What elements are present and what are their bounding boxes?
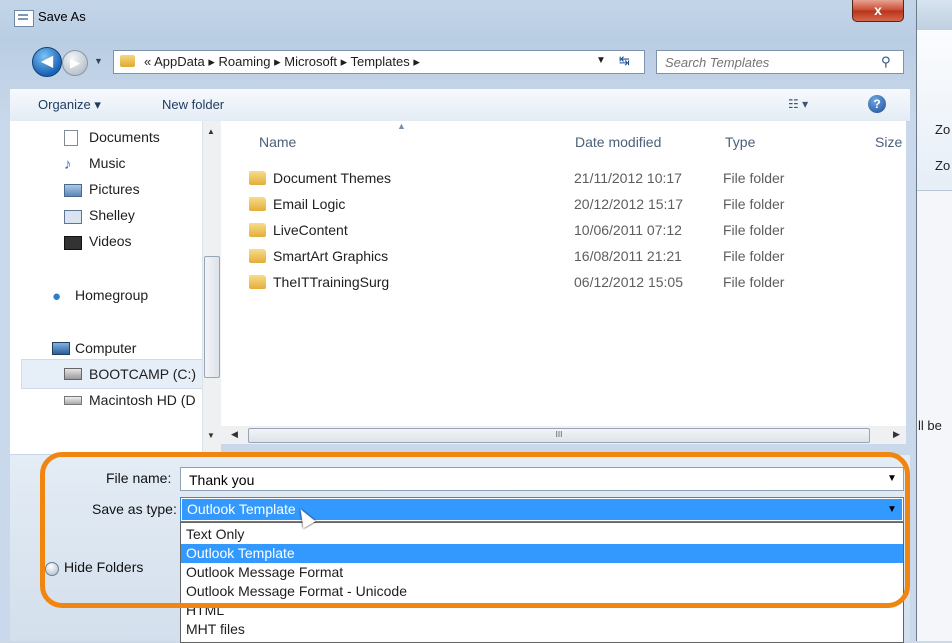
file-name: SmartArt Graphics [273, 248, 389, 264]
file-row[interactable]: Document Themes 21/11/2012 10:17 File fo… [249, 166, 899, 190]
file-date: 06/12/2012 15:05 [574, 274, 683, 290]
file-name: Email Logic [273, 196, 346, 212]
views-button[interactable]: ☷ ▾ [788, 97, 808, 111]
breadcrumb[interactable]: « AppData ▸ Roaming ▸ Microsoft ▸ Templa… [144, 54, 420, 70]
nav-item-computer[interactable]: Computer [75, 340, 136, 356]
address-row: ◀ ▶ ▼ « AppData ▸ Roaming ▸ Microsoft ▸ … [0, 42, 916, 80]
search-box[interactable]: ⚲ [656, 50, 904, 74]
folder-icon [249, 197, 266, 211]
organize-button[interactable]: Organize ▾ [38, 97, 101, 113]
file-row[interactable]: SmartArt Graphics 16/08/2011 21:21 File … [249, 244, 899, 268]
nav-item-macintosh-hd[interactable]: Macintosh HD (D [89, 392, 196, 408]
background-text: Zo [935, 158, 951, 173]
window-title: Save As [38, 9, 86, 24]
nav-pane-scrollbar[interactable]: ▲ ▼ [202, 121, 221, 454]
nav-item-documents[interactable]: Documents [89, 129, 160, 145]
file-name: TheITTrainingSurg [273, 274, 390, 290]
file-row[interactable]: Email Logic 20/12/2012 15:17 File folder [249, 192, 899, 216]
forward-button[interactable]: ▶ [62, 50, 88, 76]
user-icon [64, 210, 82, 224]
file-type: File folder [723, 248, 785, 264]
file-type: File folder [723, 274, 785, 290]
background-text: Zo [935, 122, 951, 137]
scroll-down-icon[interactable]: ▼ [207, 431, 215, 440]
toolbar: Organize ▾ New folder ☷ ▾ ? [10, 88, 910, 122]
file-type: File folder [723, 222, 785, 238]
refresh-icon[interactable]: ↹ [619, 53, 630, 69]
sort-arrow-icon: ▲ [397, 121, 406, 131]
file-date: 21/11/2012 10:17 [574, 170, 682, 186]
scrollbar-thumb[interactable] [204, 256, 220, 378]
column-header-name[interactable]: Name [259, 134, 296, 150]
back-button[interactable]: ◀ [32, 47, 62, 77]
scrollbar-thumb[interactable]: III [248, 428, 870, 443]
option-mht-files[interactable]: MHT files [181, 620, 903, 639]
folder-icon [249, 223, 266, 237]
folder-icon [120, 55, 135, 67]
annotation-highlight [40, 452, 910, 608]
background-text: ll be [918, 418, 942, 433]
drive-icon [64, 368, 82, 380]
music-icon: ♪ [64, 156, 72, 173]
help-button[interactable]: ? [868, 95, 886, 113]
file-name: LiveContent [273, 222, 348, 238]
nav-item-bootcamp[interactable]: BOOTCAMP (C:) [89, 366, 196, 382]
search-input[interactable] [663, 53, 867, 71]
file-type: File folder [723, 170, 785, 186]
folder-icon [249, 275, 266, 289]
column-header-date[interactable]: Date modified [575, 134, 661, 150]
nav-item-pictures[interactable]: Pictures [89, 181, 140, 197]
scroll-left-icon[interactable]: ◀ [231, 429, 238, 440]
nav-item-shelley[interactable]: Shelley [89, 207, 135, 223]
file-type: File folder [723, 196, 785, 212]
close-button[interactable]: x [852, 0, 904, 22]
documents-icon [64, 130, 78, 146]
folder-icon [249, 171, 266, 185]
save-dialog-icon [14, 10, 34, 27]
pictures-icon [64, 184, 82, 197]
address-bar[interactable]: « AppData ▸ Roaming ▸ Microsoft ▸ Templa… [113, 50, 645, 74]
file-list-hscrollbar[interactable]: ◀ III ▶ [221, 426, 906, 444]
file-row[interactable]: LiveContent 10/06/2011 07:12 File folder [249, 218, 899, 242]
option-label: MHT files [186, 621, 245, 637]
nav-item-videos[interactable]: Videos [89, 233, 132, 249]
search-icon[interactable]: ⚲ [881, 54, 891, 70]
nav-item-music[interactable]: Music [89, 155, 126, 171]
videos-icon [64, 236, 82, 250]
nav-item-homegroup[interactable]: Homegroup [75, 287, 148, 303]
file-name: Document Themes [273, 170, 392, 186]
file-list: Name ▲ Date modified Type Size Document … [221, 121, 906, 426]
recent-pages-dropdown[interactable]: ▼ [94, 56, 103, 66]
file-date: 10/06/2011 07:12 [574, 222, 682, 238]
scroll-right-icon[interactable]: ▶ [893, 429, 900, 440]
title-bar: Save As x [0, 0, 916, 34]
file-date: 20/12/2012 15:17 [574, 196, 683, 212]
file-row[interactable]: TheITTrainingSurg 06/12/2012 15:05 File … [249, 270, 899, 294]
drive-icon [64, 396, 82, 405]
column-header-type[interactable]: Type [725, 134, 755, 150]
chevron-down-icon[interactable]: ▼ [596, 55, 606, 66]
column-header-size[interactable]: Size [875, 134, 902, 150]
scroll-up-icon[interactable]: ▲ [207, 127, 215, 136]
file-date: 16/08/2011 21:21 [574, 248, 682, 264]
computer-icon [52, 342, 70, 355]
homegroup-icon: ● [52, 288, 62, 305]
new-folder-button[interactable]: New folder [162, 97, 224, 112]
folder-icon [249, 249, 266, 263]
